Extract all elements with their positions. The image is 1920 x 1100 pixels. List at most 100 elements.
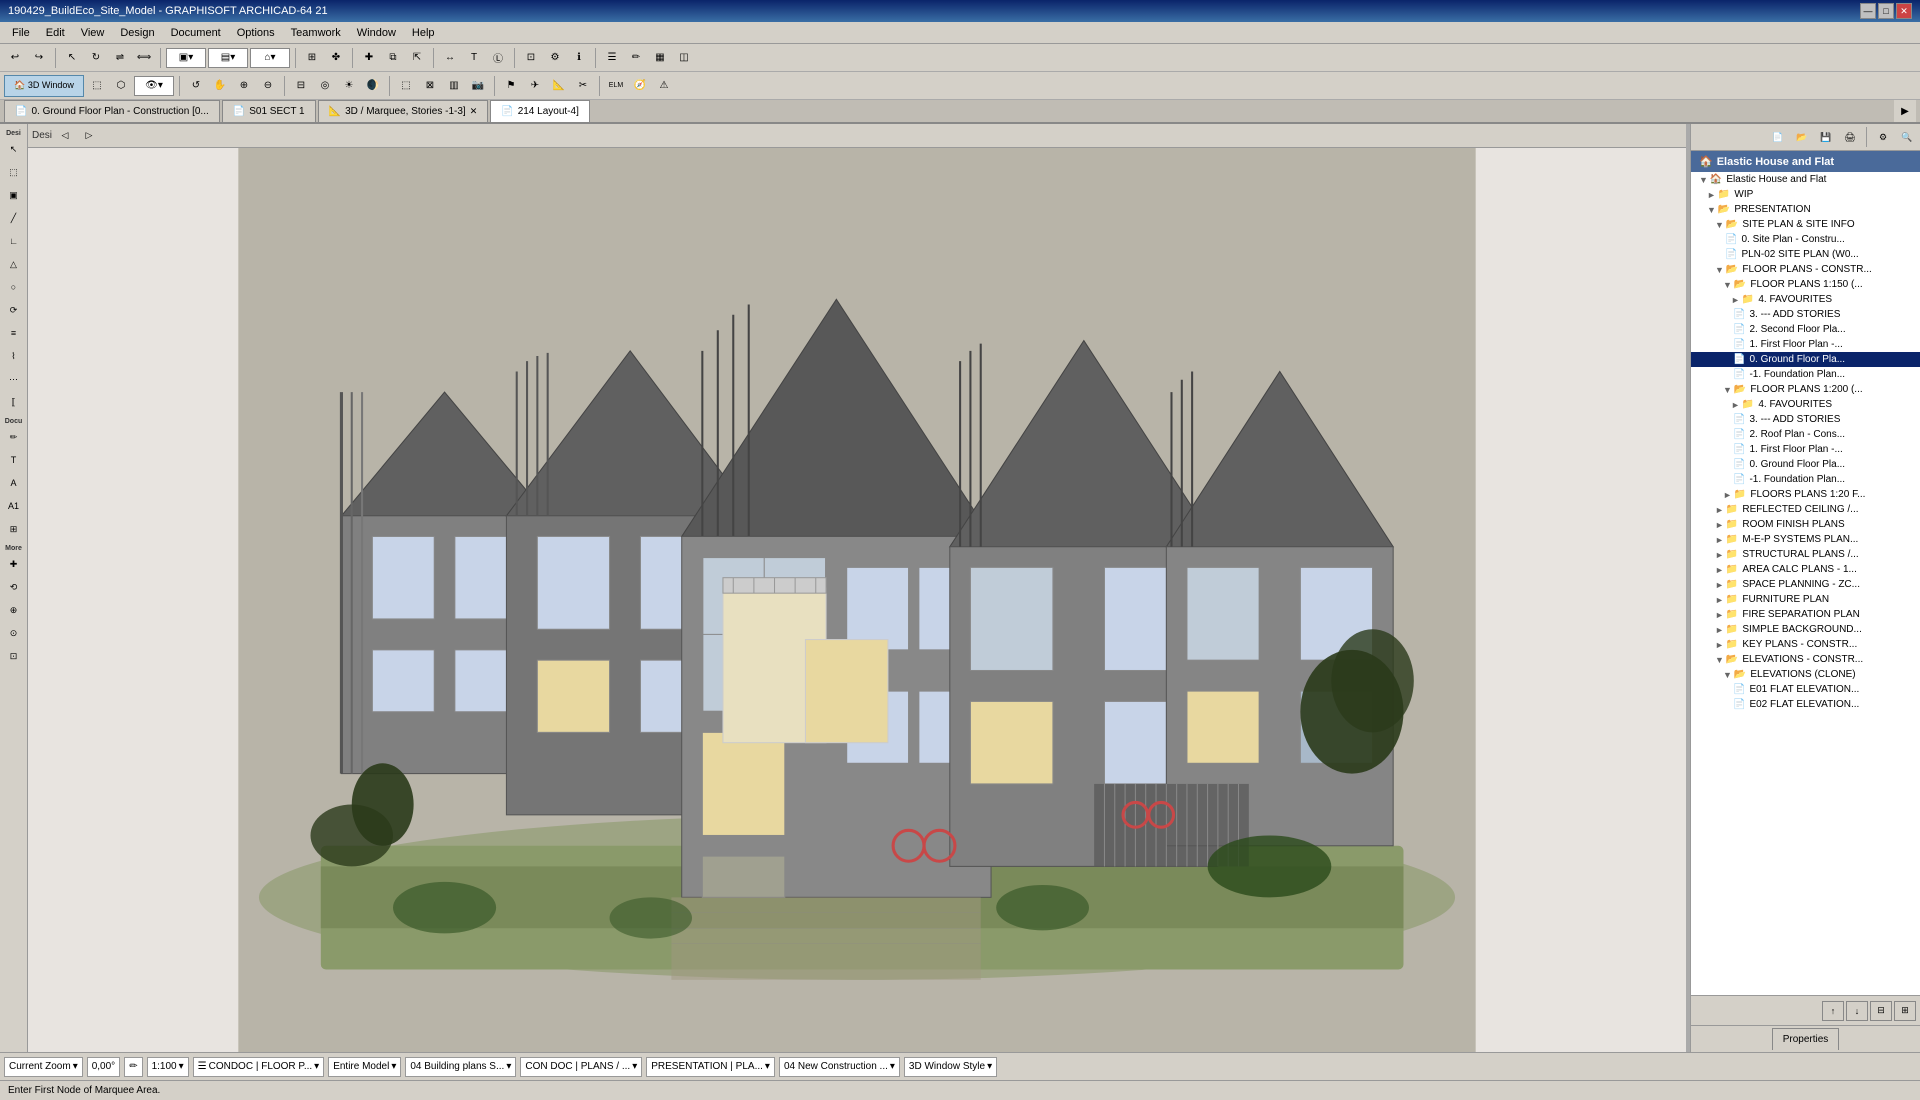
clip-button[interactable]: ✂ (572, 75, 594, 97)
rotate-button[interactable]: ↻ (85, 47, 107, 69)
crop-button[interactable]: ⊠ (419, 75, 441, 97)
tree-item[interactable]: ► 📁FLOORS PLANS 1:20 F... (1691, 487, 1920, 502)
tree-item[interactable]: 📄2. Second Floor Pla... (1691, 322, 1920, 337)
orbit-button[interactable]: ↺ (185, 75, 207, 97)
tree-item[interactable]: ► 📁WIP (1691, 187, 1920, 202)
menu-view[interactable]: View (73, 25, 113, 41)
presentation-segment[interactable]: PRESENTATION | PLA... ▾ (646, 1057, 775, 1077)
navigator-tree[interactable]: ▼ 🏠Elastic House and Flat► 📁WIP▼ 📂PRESEN… (1691, 172, 1920, 995)
angle-segment[interactable]: 0,00° (87, 1057, 120, 1077)
pen-tool[interactable]: ✏ (3, 426, 25, 448)
tab-ground-floor[interactable]: 📄 0. Ground Floor Plan - Construction [0… (4, 100, 220, 122)
slab-button[interactable]: ▤▾ (208, 48, 248, 68)
text-button[interactable]: T (463, 47, 485, 69)
menu-options[interactable]: Options (229, 25, 283, 41)
rotate-tool[interactable]: ⟳ (3, 299, 25, 321)
panel-print[interactable]: 🖨 (1839, 126, 1861, 148)
menu-help[interactable]: Help (404, 25, 443, 41)
poly-tool[interactable]: △ (3, 253, 25, 275)
menu-design[interactable]: Design (112, 25, 162, 41)
viewport[interactable]: Desi ◁ ▷ (28, 124, 1686, 1052)
view-prev[interactable]: ◁ (54, 125, 76, 147)
menu-window[interactable]: Window (349, 25, 404, 41)
fit-tool[interactable]: ⊡ (3, 645, 25, 667)
zoom-out-button[interactable]: ⊖ (257, 75, 279, 97)
tree-item[interactable]: 📄E01 FLAT ELEVATION... (1691, 682, 1920, 697)
stretch-button[interactable]: ⇱ (406, 47, 428, 69)
construction-segment[interactable]: 04 New Construction ... ▾ (779, 1057, 900, 1077)
minimize-button[interactable]: — (1860, 3, 1876, 19)
copy-button[interactable]: ⧉ (382, 47, 404, 69)
tree-item[interactable]: ► 📁ROOM FINISH PLANS (1691, 517, 1920, 532)
tab-layout[interactable]: 📄 214 Layout-4] (490, 100, 590, 122)
tree-item[interactable]: ► 📁FIRE SEPARATION PLAN (1691, 607, 1920, 622)
tree-item[interactable]: 📄PLN-02 SITE PLAN (W0... (1691, 247, 1920, 262)
tree-item[interactable]: ▼ 📂FLOOR PLANS 1:150 (... (1691, 277, 1920, 292)
panel-down[interactable]: ↓ (1846, 1001, 1868, 1021)
beam-tool[interactable]: ≡ (3, 322, 25, 344)
tree-item[interactable]: 📄E02 FLAT ELEVATION... (1691, 697, 1920, 712)
tree-item[interactable]: 📄0. Ground Floor Pla... (1691, 457, 1920, 472)
tree-item[interactable]: ▼ 📂ELEVATIONS - CONSTR... (1691, 652, 1920, 667)
tree-item[interactable]: 📄3. --- ADD STORIES (1691, 412, 1920, 427)
shadow-button[interactable]: 🌒 (362, 75, 384, 97)
wall-button[interactable]: ▣▾ (166, 48, 206, 68)
surface-button[interactable]: ◫ (673, 47, 695, 69)
model-scope-segment[interactable]: Entire Model ▾ (328, 1057, 401, 1077)
marquee-tool[interactable]: ⬚ (3, 161, 25, 183)
panel-up[interactable]: ↑ (1822, 1001, 1844, 1021)
zoom-segment[interactable]: Current Zoom ▾ (4, 1057, 83, 1077)
panel-settings[interactable]: ⚙ (1872, 126, 1894, 148)
camera-button[interactable]: 📷 (467, 75, 489, 97)
sun-button[interactable]: ☀ (338, 75, 360, 97)
measure-button[interactable]: 📐 (548, 75, 570, 97)
zoom-out-tool[interactable]: ⊙ (3, 622, 25, 644)
draw-icon[interactable]: ✏ (124, 1057, 142, 1077)
arc-tool[interactable]: ∟ (3, 230, 25, 252)
zoom-in-button[interactable]: ⊕ (233, 75, 255, 97)
menu-file[interactable]: File (4, 25, 38, 41)
slab-tool[interactable]: ⋯ (3, 368, 25, 390)
tree-item[interactable]: 📄3. --- ADD STORIES (1691, 307, 1920, 322)
collision-button[interactable]: ⚠ (653, 75, 675, 97)
storey-button[interactable]: ▥ (443, 75, 465, 97)
tree-item[interactable]: ► 📁SPACE PLANNING - ZC... (1691, 577, 1920, 592)
text-tool[interactable]: T (3, 449, 25, 471)
dimension-button[interactable]: ↔ (439, 47, 461, 69)
stair-tool[interactable]: ⟦ (3, 391, 25, 413)
more-tools[interactable]: ✚ (3, 553, 25, 575)
navig-button[interactable]: 🧭 (629, 75, 651, 97)
tree-item[interactable]: ► 📁4. FAVOURITES (1691, 292, 1920, 307)
wall-tool[interactable]: ▣ (3, 184, 25, 206)
element-settings[interactable]: ⚙ (544, 47, 566, 69)
tree-item[interactable]: 📄1. First Floor Plan -... (1691, 337, 1920, 352)
mirror-button[interactable]: ⇌ (109, 47, 131, 69)
tree-item[interactable]: ► 📁4. FAVOURITES (1691, 397, 1920, 412)
tab-section[interactable]: 📄 S01 SECT 1 (222, 100, 316, 122)
view-next[interactable]: ▷ (78, 125, 100, 147)
zone-tool[interactable]: ⊞ (3, 518, 25, 540)
detail-tool[interactable]: A1 (3, 495, 25, 517)
panel-save[interactable]: 💾 (1815, 126, 1837, 148)
section-button[interactable]: ⬡ (110, 75, 132, 97)
menu-teamwork[interactable]: Teamwork (283, 25, 349, 41)
undo-button[interactable]: ↩ (4, 47, 26, 69)
tree-item[interactable]: ► 📁KEY PLANS - CONSTR... (1691, 637, 1920, 652)
tree-item[interactable]: ▼ 📂ELEVATIONS (CLONE) (1691, 667, 1920, 682)
menu-document[interactable]: Document (163, 25, 229, 41)
label-tool[interactable]: A (3, 472, 25, 494)
group-button[interactable]: ⊡ (520, 47, 542, 69)
align-button[interactable]: ⟺ (133, 47, 155, 69)
scale-segment[interactable]: 1:100 ▾ (147, 1057, 189, 1077)
panel-expand[interactable]: ⊞ (1894, 1001, 1916, 1021)
tree-item[interactable]: ► 📁FURNITURE PLAN (1691, 592, 1920, 607)
pan-button[interactable]: ✋ (209, 75, 231, 97)
tree-item[interactable]: ► 📁SIMPLE BACKGROUND... (1691, 622, 1920, 637)
tree-item[interactable]: ▼ 📂FLOOR PLANS - CONSTR... (1691, 262, 1920, 277)
fly-button[interactable]: ✈ (524, 75, 546, 97)
render-button[interactable]: ◎ (314, 75, 336, 97)
tree-item[interactable]: ▼ 📂PRESENTATION (1691, 202, 1920, 217)
redo-button[interactable]: ↪ (28, 47, 50, 69)
tab-3d[interactable]: 📐 3D / Marquee, Stories -1-3] ✕ (318, 100, 489, 122)
line-tool[interactable]: ╱ (3, 207, 25, 229)
